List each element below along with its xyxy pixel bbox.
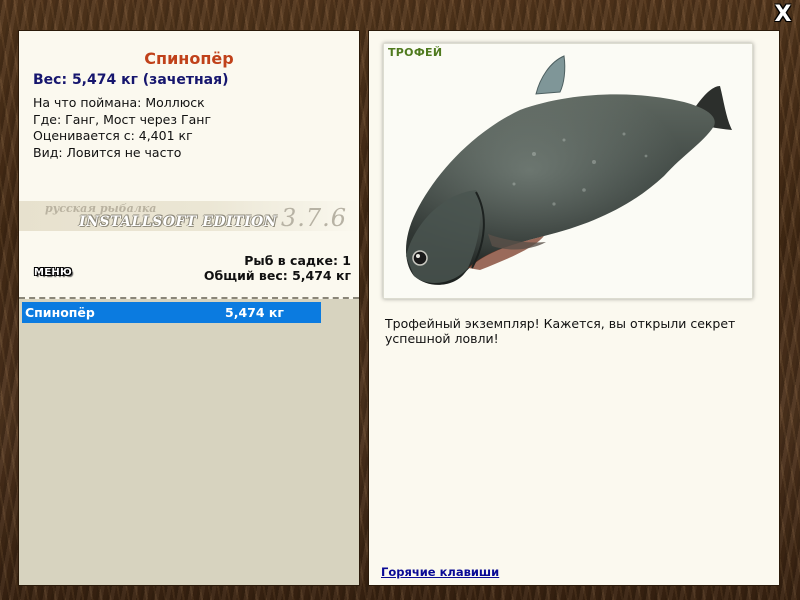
game-logo-version: 3.7.6	[281, 204, 348, 232]
list-item-name: Спинопёр	[25, 305, 95, 320]
bait-info: На что поймана: Моллюск	[33, 95, 205, 110]
hotkeys-link[interactable]: Горячие клавиши	[381, 565, 499, 579]
fish-info-panel: Спинопёр Вес: 5,474 кг (зачетная) На что…	[18, 30, 360, 586]
fish-name-title: Спинопёр	[144, 49, 234, 68]
fish-photo-frame: ТРОФЕЙ	[383, 43, 753, 299]
list-item[interactable]: Спинопёр 5,474 кг	[22, 302, 321, 323]
rarity-info: Вид: Ловится не часто	[33, 144, 182, 160]
catch-description: Трофейный экземпляр! Кажется, вы открыли…	[385, 316, 736, 346]
fish-photo-panel: ТРОФЕЙ Трофейный экземпляр! Кажется, вы …	[368, 30, 780, 586]
close-button[interactable]: X	[772, 4, 794, 26]
fish-details: На что поймана: Моллюск Где: Ганг, Мост …	[33, 95, 211, 161]
menu-button[interactable]: МЕНЮ	[34, 267, 72, 283]
list-item-weight: 5,474 кг	[225, 305, 284, 320]
location-info: Где: Ганг, Мост через Ганг	[33, 111, 212, 127]
keep-net-stats: Рыб в садке: 1 Общий вес: 5,474 кг	[204, 253, 351, 283]
keep-total-weight: Общий вес: 5,474 кг	[203, 268, 351, 283]
fish-weight: Вес: 5,474 кг (зачетная)	[33, 72, 229, 88]
rating-info: Оценивается с: 4,401 кг	[33, 128, 193, 143]
fish-image	[406, 55, 732, 285]
catch-list[interactable]: Спинопёр 5,474 кг	[19, 299, 359, 585]
trophy-badge: ТРОФЕЙ	[388, 46, 443, 59]
game-logo-edition: INSTALLSOFT EDITION	[79, 214, 278, 230]
keep-count: Рыб в садке: 1	[244, 253, 351, 268]
